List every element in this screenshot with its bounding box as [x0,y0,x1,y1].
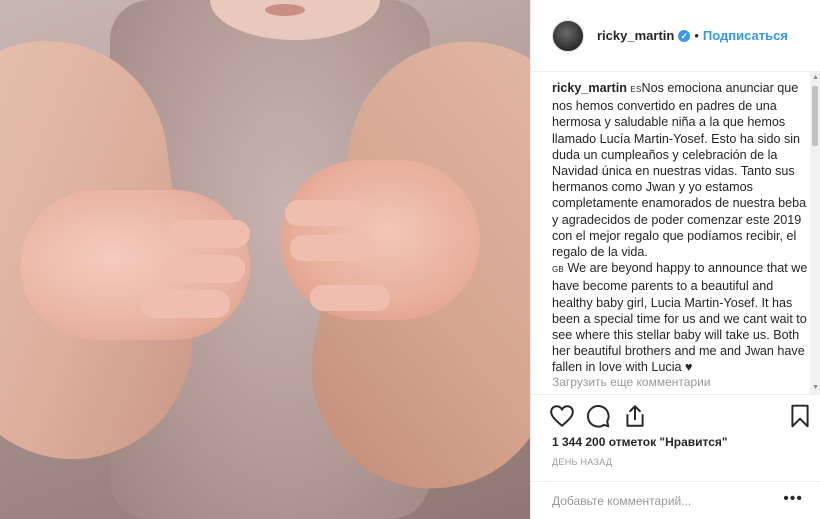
gb-flag-icon: GB [552,265,564,275]
spain-flag-icon: ES [630,85,642,94]
baby-finger [160,255,245,283]
baby-finger [170,220,250,248]
caption-author-link[interactable]: ricky_martin [552,81,627,95]
caption-text-es: Nos emociona anunciar que nos hemos conv… [552,81,807,260]
scroll-up-arrow-icon[interactable]: ▲ [812,74,819,81]
baby-finger [285,200,365,226]
bookmark-icon[interactable] [787,403,813,429]
post-timestamp[interactable]: ДЕНЬ НАЗАД [552,457,612,467]
heart-icon[interactable] [549,403,575,429]
likes-count[interactable]: 1 344 200 отметок "Нравится" [552,435,728,449]
caption-text-gb: We are beyond happy to announce that we … [552,261,808,375]
avatar[interactable] [552,19,584,52]
follow-button[interactable]: Подписаться [703,28,788,43]
more-options-icon[interactable]: ••• [783,490,803,508]
post-photo[interactable] [0,0,530,519]
baby-finger [140,290,230,318]
post-side-panel: ricky_martin ✓ • Подписаться ricky_marti… [530,0,820,519]
baby-lips [265,4,305,16]
comment-icon[interactable] [585,403,611,429]
post-actions: 1 344 200 отметок "Нравится" ДЕНЬ НАЗАД … [531,394,820,519]
comment-input[interactable] [552,492,772,510]
post-header: ricky_martin ✓ • Подписаться [531,0,820,72]
separator-dot: • [694,28,699,43]
baby-finger [310,285,390,311]
share-icon[interactable] [622,403,648,429]
username-link[interactable]: ricky_martin [597,28,674,43]
verified-icon: ✓ [678,29,691,42]
post-caption: ricky_martin ESNos emociona anunciar que… [552,80,814,390]
scrollbar-thumb[interactable] [812,86,818,146]
action-icons [549,403,811,431]
baby-finger [290,235,375,261]
comment-bar: ••• [531,481,820,519]
scroll-down-arrow-icon[interactable]: ▼ [812,384,819,391]
load-more-comments-button[interactable]: Загрузить еще комментарии [552,375,711,389]
